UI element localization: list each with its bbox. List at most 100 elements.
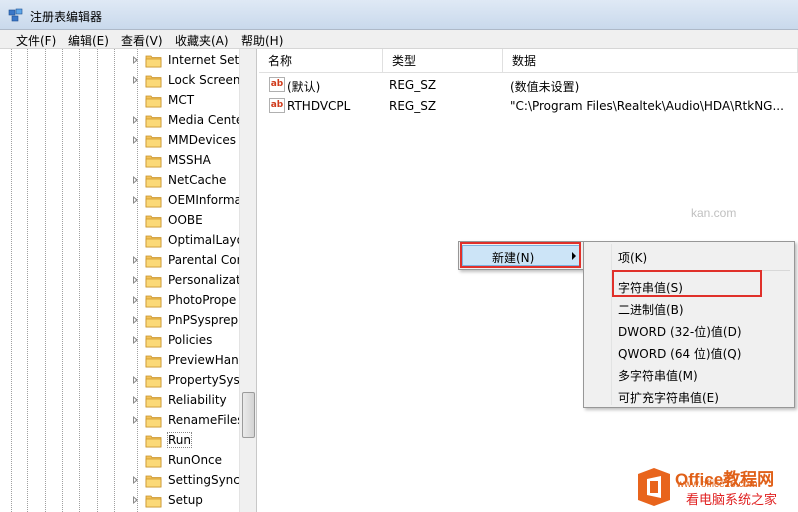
tree-node[interactable]: OOBE: [133, 211, 239, 231]
folder-icon: [145, 194, 162, 208]
tree-node[interactable]: RunOnce: [133, 451, 239, 471]
submenu-item-key[interactable]: 项(K): [618, 249, 647, 266]
expand-arrow-icon[interactable]: [133, 196, 138, 204]
expand-arrow-icon[interactable]: [133, 76, 138, 84]
tree-node[interactable]: Policies: [133, 331, 239, 351]
tree-node[interactable]: Run: [133, 431, 239, 451]
tree-node-label: SettingSync: [168, 473, 239, 487]
tree-node[interactable]: Lock Screen: [133, 71, 239, 91]
tree-node[interactable]: MMDevices: [133, 131, 239, 151]
value-data: (数值未设置): [510, 80, 580, 94]
submenu-item-dword-value[interactable]: DWORD (32-位)值(D): [618, 323, 742, 340]
folder-icon: [145, 294, 162, 308]
folder-icon: [145, 214, 162, 228]
tree-node[interactable]: Internet Sett: [133, 51, 239, 71]
folder-icon: [145, 354, 162, 368]
expand-arrow-icon[interactable]: [133, 496, 138, 504]
tree-node[interactable]: MSSHA: [133, 151, 239, 171]
tree-node[interactable]: PnPSysprep: [133, 311, 239, 331]
value-type: REG_SZ: [389, 78, 437, 92]
expand-arrow-icon[interactable]: [133, 56, 138, 64]
tree-node[interactable]: Reliability: [133, 391, 239, 411]
tree-node-label: Parental Cor: [168, 253, 239, 267]
list-row[interactable]: ab (默认) REG_SZ (数值未设置): [259, 75, 798, 95]
tree-node-label: RunOnce: [168, 453, 223, 467]
submenu-item-binary-value[interactable]: 二进制值(B): [618, 301, 684, 318]
tree-node[interactable]: PreviewHan: [133, 351, 239, 371]
tree-node-label: Policies: [168, 333, 213, 347]
new-submenu: 项(K) 字符串值(S) 二进制值(B) DWORD (32-位)值(D) QW…: [583, 241, 795, 408]
folder-icon: [145, 334, 162, 348]
tree-guide-line: [27, 49, 28, 512]
expand-arrow-icon[interactable]: [133, 136, 138, 144]
folder-icon: [145, 254, 162, 268]
menu-favorites[interactable]: 收藏夹(A): [173, 32, 231, 49]
tree-node-label: MCT: [168, 93, 195, 107]
column-header-type[interactable]: 类型: [383, 49, 503, 73]
expand-arrow-icon[interactable]: [133, 116, 138, 124]
tree-node-label: OOBE: [168, 213, 203, 227]
tree-node[interactable]: Media Cente: [133, 111, 239, 131]
tree-node[interactable]: NetCache: [133, 171, 239, 191]
watermark-text: kan.com: [691, 206, 737, 220]
tree-node-label: PnPSysprep: [168, 313, 239, 327]
tree-node[interactable]: MCT: [133, 91, 239, 111]
folder-icon: [145, 434, 162, 448]
menu-gutter: [611, 244, 612, 405]
tree-node[interactable]: PropertySys: [133, 371, 239, 391]
expand-arrow-icon[interactable]: [133, 176, 138, 184]
expand-arrow-icon[interactable]: [133, 256, 138, 264]
folder-icon: [145, 54, 162, 68]
expand-arrow-icon[interactable]: [133, 316, 138, 324]
tree-node-label: PropertySys: [168, 373, 239, 387]
tree-node[interactable]: Setup: [133, 491, 239, 511]
tree-node[interactable]: OEMInforma: [133, 191, 239, 211]
menu-bar: 文件(F) 编辑(E) 查看(V) 收藏夹(A) 帮助(H): [0, 30, 798, 49]
column-header-data[interactable]: 数据: [503, 49, 798, 73]
value-name: (默认): [287, 80, 321, 94]
scrollbar-thumb[interactable]: [242, 392, 255, 438]
tree-node[interactable]: PhotoPrope: [133, 291, 239, 311]
expand-arrow-icon[interactable]: [133, 296, 138, 304]
expand-arrow-icon[interactable]: [133, 336, 138, 344]
menu-edit[interactable]: 编辑(E): [66, 32, 111, 49]
folder-icon: [145, 414, 162, 428]
tree-node[interactable]: OptimalLayo: [133, 231, 239, 251]
watermark: Office教程网 www.office26.com 看电脑系统之家: [632, 463, 798, 512]
folder-icon: [145, 134, 162, 148]
tree-node[interactable]: SettingSync: [133, 471, 239, 491]
folder-icon: [145, 274, 162, 288]
tree-node-label: Personalizat: [168, 273, 239, 287]
folder-icon: [145, 114, 162, 128]
office-logo-icon: [638, 468, 670, 506]
submenu-item-expandable-string-value[interactable]: 可扩充字符串值(E): [618, 389, 719, 406]
expand-arrow-icon[interactable]: [133, 476, 138, 484]
expand-arrow-icon[interactable]: [133, 396, 138, 404]
menu-help[interactable]: 帮助(H): [239, 32, 285, 49]
watermark-slogan: 看电脑系统之家: [686, 493, 778, 508]
registry-tree[interactable]: Internet Sett Lock Screen MCT Media Cente MM…: [0, 49, 257, 512]
tree-scrollbar[interactable]: [239, 49, 256, 512]
expand-arrow-icon[interactable]: [133, 416, 138, 424]
tree-guide-line: [45, 49, 46, 512]
tree-node[interactable]: Parental Cor: [133, 251, 239, 271]
menu-file[interactable]: 文件(F): [14, 32, 58, 49]
title-bar: 注册表编辑器: [0, 0, 798, 30]
string-value-icon: ab: [269, 77, 285, 92]
tree-guide-line: [79, 49, 80, 512]
submenu-item-qword-value[interactable]: QWORD (64 位)值(Q): [618, 345, 741, 362]
expand-arrow-icon[interactable]: [133, 276, 138, 284]
tree-node[interactable]: RenameFiles: [133, 411, 239, 431]
folder-icon: [145, 394, 162, 408]
expand-arrow-icon[interactable]: [133, 376, 138, 384]
tree-guide-line: [62, 49, 63, 512]
tree-node[interactable]: Personalizat: [133, 271, 239, 291]
tree-guide-line: [11, 49, 12, 512]
tree-node-label: Setup: [168, 493, 203, 507]
list-row[interactable]: ab RTHDVCPL REG_SZ "C:\Program Files\Rea…: [259, 96, 798, 116]
column-header-name[interactable]: 名称: [259, 49, 383, 73]
menu-view[interactable]: 查看(V): [119, 32, 165, 49]
submenu-item-multi-string-value[interactable]: 多字符串值(M): [618, 367, 698, 384]
folder-icon: [145, 454, 162, 468]
tree-node-label: Lock Screen: [168, 73, 239, 87]
